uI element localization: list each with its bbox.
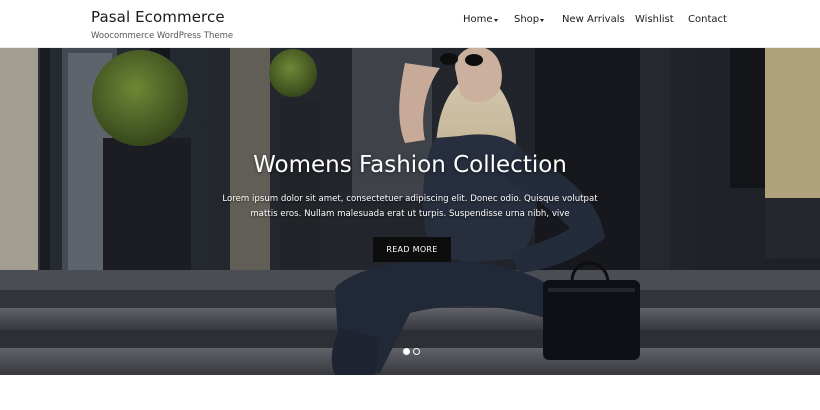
slider-dot-1[interactable] bbox=[403, 348, 410, 355]
nav-item-label: Home bbox=[463, 14, 493, 25]
nav-item-label: Contact bbox=[688, 14, 727, 25]
page-background bbox=[0, 375, 820, 410]
nav-item-label: New Arrivals bbox=[562, 14, 625, 25]
nav-item-wishlist[interactable]: Wishlist bbox=[635, 14, 674, 25]
chevron-down-icon bbox=[493, 18, 498, 22]
nav-item-contact[interactable]: Contact bbox=[688, 14, 727, 25]
site-header: Pasal Ecommerce Woocommerce WordPress Th… bbox=[0, 0, 820, 48]
slider-pagination bbox=[403, 348, 420, 355]
nav-item-label: Wishlist bbox=[635, 14, 674, 25]
nav-item-label: Shop bbox=[514, 14, 540, 25]
chevron-down-icon bbox=[540, 18, 545, 22]
hero-title: Womens Fashion Collection bbox=[253, 152, 567, 178]
hero-description: Lorem ipsum dolor sit amet, consectetuer… bbox=[222, 194, 598, 219]
hero-slider: Womens Fashion Collection Lorem ipsum do… bbox=[0, 48, 820, 375]
nav-item-shop[interactable]: Shop bbox=[514, 14, 545, 25]
nav-item-new-arrivals[interactable]: New Arrivals bbox=[562, 14, 625, 25]
site-tagline: Woocommerce WordPress Theme bbox=[91, 31, 234, 41]
brand[interactable]: Pasal Ecommerce Woocommerce WordPress Th… bbox=[91, 8, 233, 41]
site-title[interactable]: Pasal Ecommerce bbox=[91, 8, 233, 26]
nav-item-home[interactable]: Home bbox=[463, 14, 498, 25]
read-more-button[interactable]: READ MORE bbox=[373, 237, 451, 262]
slider-dot-2[interactable] bbox=[413, 348, 420, 355]
